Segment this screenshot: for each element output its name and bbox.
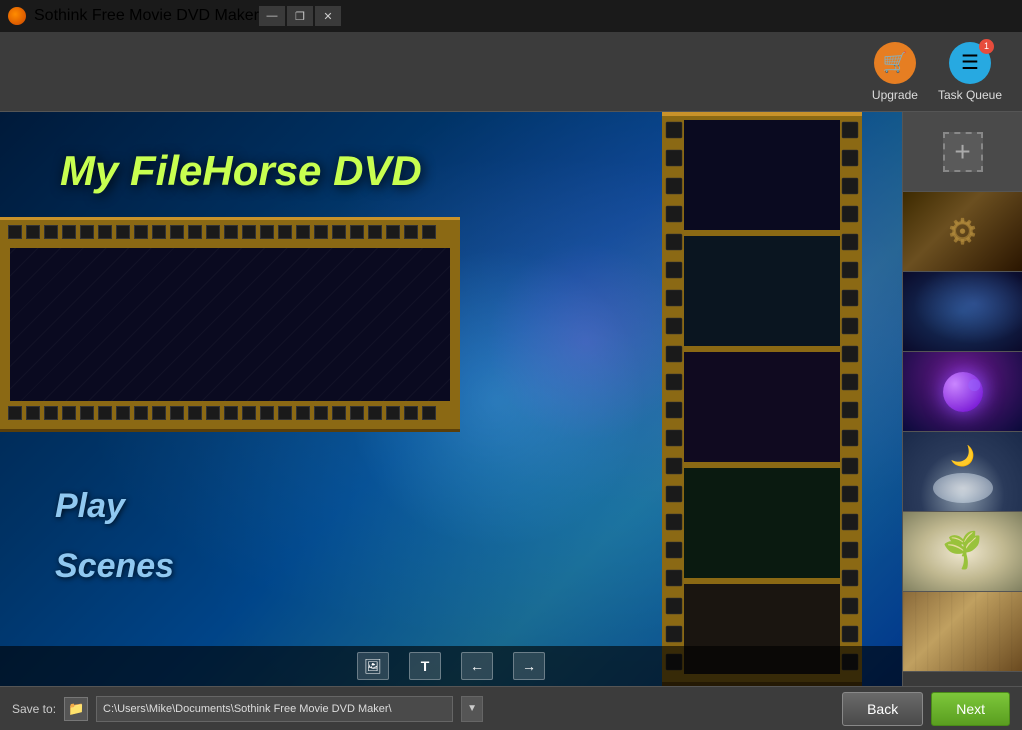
app-title: Sothink Free Movie DVD Maker (34, 7, 259, 25)
theme-thumb-space[interactable] (903, 272, 1022, 352)
window-controls: — ❐ ✕ (259, 6, 341, 26)
add-icon: + (943, 132, 983, 172)
dropdown-arrow-icon: ▼ (467, 703, 477, 714)
taskqueue-icon: ☰ 1 (949, 42, 991, 84)
forward-arrow-button[interactable]: → (513, 652, 545, 680)
close-button[interactable]: ✕ (315, 6, 341, 26)
film-strip-left: Open File - Security Warning ✕ Do you wa… (0, 217, 460, 432)
upgrade-button[interactable]: 🛒 Upgrade (872, 42, 918, 102)
titlebar: Sothink Free Movie DVD Maker — ❐ ✕ (0, 0, 1022, 32)
upgrade-label: Upgrade (872, 88, 918, 102)
folder-icon: 📁 (68, 701, 84, 717)
next-button[interactable]: Next (931, 692, 1010, 726)
minimize-button[interactable]: — (259, 6, 285, 26)
text-tool-button[interactable]: T (409, 652, 441, 680)
preview-scenes-label: Scenes (55, 547, 174, 586)
taskqueue-label: Task Queue (938, 88, 1002, 102)
preview-toolbar: 🖼 T ← → (0, 646, 902, 686)
theme-panel: + ⚙ 🌱 (902, 112, 1022, 686)
text-icon: T (421, 658, 430, 674)
save-to-label: Save to: (12, 702, 56, 716)
forward-arrow-icon: → (522, 658, 536, 674)
folder-icon-button[interactable]: 📁 (64, 697, 88, 721)
maximize-button[interactable]: ❐ (287, 6, 313, 26)
app-icon (8, 7, 26, 25)
save-path-dropdown[interactable]: ▼ (461, 696, 483, 722)
image-tool-button[interactable]: 🖼 (357, 652, 389, 680)
add-theme-button[interactable]: + (903, 112, 1022, 192)
back-arrow-icon: ← (470, 658, 484, 674)
theme-thumb-nature[interactable]: 🌱 (903, 512, 1022, 592)
taskqueue-badge: 1 (979, 39, 994, 54)
preview-title: My FileHorse DVD (60, 147, 422, 195)
upgrade-icon: 🛒 (874, 42, 916, 84)
theme-thumb-wood[interactable] (903, 592, 1022, 672)
content-area: My FileHorse DVD (0, 112, 1022, 686)
save-path-input[interactable] (96, 696, 453, 722)
bottom-bar: Save to: 📁 ▼ Back Next (0, 686, 1022, 730)
theme-thumb-moon[interactable] (903, 432, 1022, 512)
back-arrow-button[interactable]: ← (461, 652, 493, 680)
theme-thumb-orbit[interactable] (903, 352, 1022, 432)
main-toolbar: 🛒 Upgrade ☰ 1 Task Queue (0, 32, 1022, 112)
preview-play-label: Play (55, 487, 125, 526)
preview-area: My FileHorse DVD (0, 112, 902, 686)
theme-thumb-gears[interactable]: ⚙ (903, 192, 1022, 272)
image-icon: 🖼 (364, 658, 382, 675)
taskqueue-button[interactable]: ☰ 1 Task Queue (938, 42, 1002, 102)
back-button[interactable]: Back (842, 692, 923, 726)
